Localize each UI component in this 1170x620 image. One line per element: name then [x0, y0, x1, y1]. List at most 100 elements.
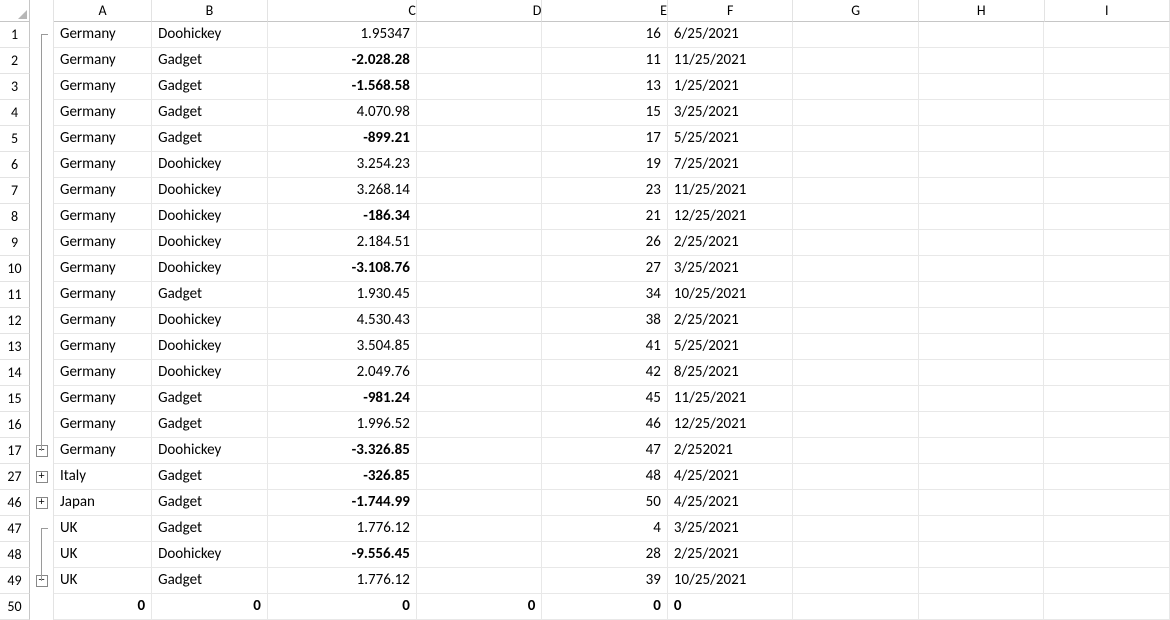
cell-F[interactable]: 5/25/2021 [668, 334, 794, 360]
outline-collapse-button[interactable]: − [30, 438, 54, 464]
cell-H[interactable] [919, 178, 1045, 204]
outline-collapse-button[interactable]: − [30, 568, 54, 594]
column-header-B[interactable]: B [152, 0, 268, 22]
column-header-E[interactable]: E [542, 0, 668, 22]
cell-E[interactable]: 34 [542, 282, 668, 308]
row-header[interactable]: 16 [0, 412, 30, 438]
cell-H[interactable] [919, 360, 1045, 386]
cell-D[interactable] [417, 438, 543, 464]
cell-G[interactable] [793, 594, 919, 620]
cell-D[interactable] [417, 412, 543, 438]
cell-H[interactable] [919, 204, 1045, 230]
cell-B[interactable]: Gadget [152, 282, 268, 308]
row-header[interactable]: 12 [0, 308, 30, 334]
cell-D[interactable] [417, 516, 543, 542]
cell-E[interactable]: 11 [542, 48, 668, 74]
cell-G[interactable] [793, 568, 919, 594]
cell-B[interactable]: Gadget [152, 516, 268, 542]
cell-A[interactable]: Germany [54, 230, 152, 256]
cell-C[interactable]: -899.21 [268, 126, 417, 152]
cell-F[interactable]: 12/25/2021 [668, 204, 794, 230]
cell-C[interactable]: -3.326.85 [268, 438, 417, 464]
cell-F[interactable]: 0 [668, 594, 794, 620]
cell-H[interactable] [919, 152, 1045, 178]
cell-A[interactable]: Germany [54, 256, 152, 282]
cell-E[interactable]: 50 [542, 490, 668, 516]
row-header[interactable]: 5 [0, 126, 30, 152]
cell-F[interactable]: 11/25/2021 [668, 386, 794, 412]
cell-A[interactable]: 0 [54, 594, 152, 620]
cell-H[interactable] [919, 100, 1045, 126]
cell-H[interactable] [919, 542, 1045, 568]
cell-G[interactable] [793, 178, 919, 204]
cell-D[interactable] [417, 360, 543, 386]
cell-E[interactable]: 46 [542, 412, 668, 438]
column-header-C[interactable]: C [268, 0, 417, 22]
cell-E[interactable]: 47 [542, 438, 668, 464]
cell-D[interactable]: 0 [417, 594, 543, 620]
cell-F[interactable]: 4/25/2021 [668, 464, 794, 490]
cell-H[interactable] [919, 230, 1045, 256]
cell-G[interactable] [793, 126, 919, 152]
cell-G[interactable] [793, 74, 919, 100]
row-header[interactable]: 17 [0, 438, 30, 464]
cell-B[interactable]: Doohickey [152, 204, 268, 230]
cell-A[interactable]: Germany [54, 204, 152, 230]
cell-F[interactable]: 11/25/2021 [668, 178, 794, 204]
cell-D[interactable] [417, 152, 543, 178]
cell-D[interactable] [417, 204, 543, 230]
row-header[interactable]: 1 [0, 22, 30, 48]
cell-G[interactable] [793, 48, 919, 74]
cell-A[interactable]: UK [54, 568, 152, 594]
cell-I[interactable] [1044, 516, 1170, 542]
cell-H[interactable] [919, 386, 1045, 412]
cell-E[interactable]: 13 [542, 74, 668, 100]
minus-icon[interactable]: − [36, 445, 48, 457]
cell-E[interactable]: 28 [542, 542, 668, 568]
row-header[interactable]: 3 [0, 74, 30, 100]
cell-I[interactable] [1044, 126, 1170, 152]
cell-G[interactable] [793, 256, 919, 282]
cell-I[interactable] [1044, 256, 1170, 282]
cell-I[interactable] [1044, 100, 1170, 126]
cell-H[interactable] [919, 412, 1045, 438]
cell-B[interactable]: Doohickey [152, 230, 268, 256]
row-header[interactable]: 13 [0, 334, 30, 360]
cell-F[interactable]: 2/25/2021 [668, 230, 794, 256]
cell-D[interactable] [417, 22, 543, 48]
row-header[interactable]: 2 [0, 48, 30, 74]
cell-A[interactable]: Germany [54, 178, 152, 204]
cell-F[interactable]: 6/25/2021 [668, 22, 794, 48]
row-header[interactable]: 9 [0, 230, 30, 256]
cell-B[interactable]: Gadget [152, 126, 268, 152]
cell-H[interactable] [919, 594, 1045, 620]
cell-E[interactable]: 23 [542, 178, 668, 204]
cell-G[interactable] [793, 360, 919, 386]
cell-C[interactable]: -1.568.58 [268, 74, 417, 100]
cell-A[interactable]: UK [54, 516, 152, 542]
cell-C[interactable]: -9.556.45 [268, 542, 417, 568]
cell-I[interactable] [1044, 152, 1170, 178]
cell-A[interactable]: Germany [54, 74, 152, 100]
cell-F[interactable]: 10/25/2021 [668, 568, 794, 594]
cell-A[interactable]: Germany [54, 360, 152, 386]
plus-icon[interactable]: + [36, 471, 48, 483]
cell-F[interactable]: 10/25/2021 [668, 282, 794, 308]
cell-D[interactable] [417, 48, 543, 74]
column-header-G[interactable]: G [793, 0, 919, 22]
cell-G[interactable] [793, 516, 919, 542]
cell-B[interactable]: Gadget [152, 386, 268, 412]
cell-C[interactable]: -326.85 [268, 464, 417, 490]
cell-C[interactable]: -186.34 [268, 204, 417, 230]
cell-C[interactable]: 2.049.76 [268, 360, 417, 386]
cell-C[interactable]: 4.070.98 [268, 100, 417, 126]
cell-G[interactable] [793, 282, 919, 308]
cell-I[interactable] [1044, 74, 1170, 100]
row-header[interactable]: 6 [0, 152, 30, 178]
cell-D[interactable] [417, 386, 543, 412]
cell-A[interactable]: Germany [54, 48, 152, 74]
cell-C[interactable]: 0 [268, 594, 417, 620]
cell-C[interactable]: 1.776.12 [268, 568, 417, 594]
spreadsheet-grid[interactable]: ABCDEFGHI1GermanyDoohickey1.95347166/25/… [0, 0, 1170, 620]
cell-I[interactable] [1044, 412, 1170, 438]
